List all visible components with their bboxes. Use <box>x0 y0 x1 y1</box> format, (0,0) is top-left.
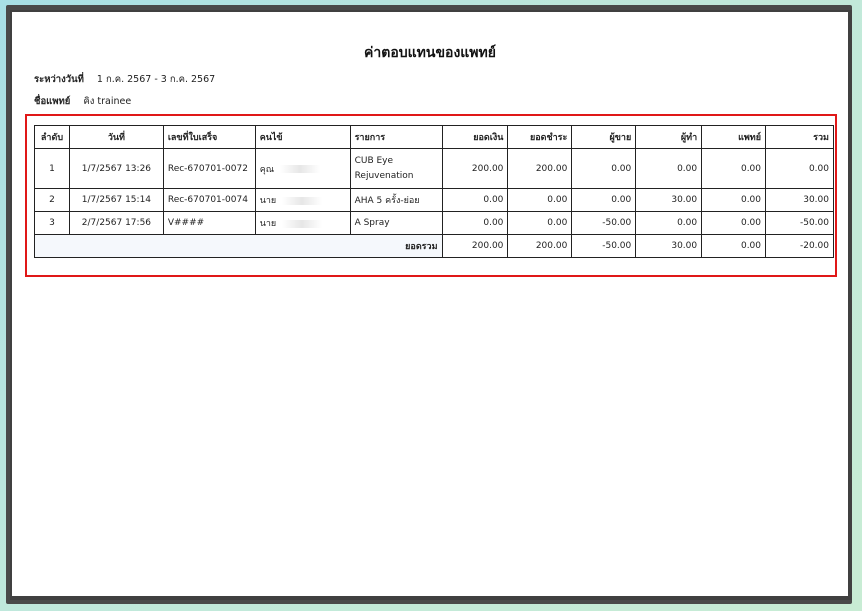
commission-table: ลำดับ วันที่ เลขที่ใบเสร็จ คนไข้ รายการ … <box>34 125 834 258</box>
cell-item: AHA 5 ครั้ง-ย่อย <box>349 188 443 212</box>
summary-row: ยอดรวม 200.00 200.00 -50.00 30.00 0.00 -… <box>34 234 834 258</box>
table-row: 2 1/7/2567 15:14 Rec-670701-0074 นาย AHA… <box>34 188 834 212</box>
col-header-doctor: แพทย์ <box>701 125 767 149</box>
cell-paid: 0.00 <box>507 188 573 212</box>
cell-receipt: Rec-670701-0074 <box>162 188 256 212</box>
col-header-no: ลำดับ <box>34 125 70 149</box>
table-header-row: ลำดับ วันที่ เลขที่ใบเสร็จ คนไข้ รายการ … <box>34 125 834 149</box>
summary-paid: 200.00 <box>507 234 573 258</box>
cell-seller: 0.00 <box>571 148 637 189</box>
cell-doctor: 0.00 <box>701 188 767 212</box>
redacted-name <box>280 165 321 173</box>
doctor-label: ชื่อแพทย์ <box>34 96 71 107</box>
cell-date: 1/7/2567 15:14 <box>68 188 164 212</box>
cell-amount: 200.00 <box>441 148 509 189</box>
summary-doctor: 0.00 <box>701 234 767 258</box>
item-line-2: Rejuvenation <box>354 171 414 181</box>
col-header-paid: ยอดชำระ <box>507 125 573 149</box>
redacted-name <box>282 196 323 205</box>
table-row: 1 1/7/2567 13:26 Rec-670701-0072 คุณ CUB… <box>34 148 834 189</box>
cell-total: -50.00 <box>765 211 834 235</box>
period-label: ระหว่างวันที่ <box>34 74 84 85</box>
col-header-seller: ผู้ขาย <box>571 125 637 149</box>
cell-patient: นาย <box>254 188 351 212</box>
col-header-amount: ยอดเงิน <box>441 125 509 149</box>
summary-total: -20.00 <box>765 234 834 258</box>
summary-seller: -50.00 <box>571 234 637 258</box>
cell-receipt: V#### <box>162 211 256 235</box>
col-header-item: รายการ <box>349 125 443 149</box>
cell-date: 1/7/2567 13:26 <box>68 148 164 189</box>
cell-amount: 0.00 <box>441 211 509 235</box>
cell-doer: 30.00 <box>635 188 703 212</box>
cell-receipt: Rec-670701-0072 <box>162 148 256 189</box>
summary-label: ยอดรวม <box>34 234 443 258</box>
report-page: ค่าตอบแทนของแพทย์ ระหว่างวันที่ 1 ก.ค. 2… <box>10 10 852 600</box>
cell-doctor: 0.00 <box>701 148 767 189</box>
cell-seller: 0.00 <box>571 188 637 212</box>
cell-doctor: 0.00 <box>701 211 767 235</box>
patient-name: นาย <box>259 196 277 206</box>
col-header-total: รวม <box>765 125 834 149</box>
cell-paid: 0.00 <box>507 211 573 235</box>
patient-name: นาย <box>259 219 277 229</box>
cell-no: 3 <box>34 211 70 235</box>
report-title: ค่าตอบแทนของแพทย์ <box>364 45 496 61</box>
col-header-doer: ผู้ทำ <box>635 125 703 149</box>
cell-date: 2/7/2567 17:56 <box>68 211 164 235</box>
cell-item: A Spray <box>349 211 443 235</box>
col-header-patient: คนไข้ <box>254 125 351 149</box>
doctor-value: คิง trainee <box>83 96 132 107</box>
cell-paid: 200.00 <box>507 148 573 189</box>
cell-doer: 0.00 <box>635 148 703 189</box>
summary-doer: 30.00 <box>635 234 703 258</box>
cell-patient: คุณ <box>254 148 351 189</box>
cell-patient: นาย <box>254 211 351 235</box>
cell-no: 1 <box>34 148 70 189</box>
cell-item: CUB Eye Rejuvenation <box>349 148 443 189</box>
table-row: 3 2/7/2567 17:56 V#### นาย A Spray 0.00 … <box>34 211 834 235</box>
cell-doer: 0.00 <box>635 211 703 235</box>
cell-seller: -50.00 <box>571 211 637 235</box>
period-value: 1 ก.ค. 2567 - 3 ก.ค. 2567 <box>96 74 216 85</box>
summary-amount: 200.00 <box>441 234 509 258</box>
cell-no: 2 <box>34 188 70 212</box>
cell-total: 0.00 <box>765 148 834 189</box>
cell-amount: 0.00 <box>441 188 509 212</box>
redacted-name <box>282 219 323 228</box>
cell-total: 30.00 <box>765 188 834 212</box>
col-header-receipt: เลขที่ใบเสร็จ <box>162 125 256 149</box>
item-line-1: CUB Eye <box>354 156 394 166</box>
patient-name: คุณ <box>259 164 275 175</box>
doctor-row: ชื่อแพทย์ คิง trainee <box>34 94 131 109</box>
period-row: ระหว่างวันที่ 1 ก.ค. 2567 - 3 ก.ค. 2567 <box>34 72 215 87</box>
col-header-date: วันที่ <box>68 125 164 149</box>
